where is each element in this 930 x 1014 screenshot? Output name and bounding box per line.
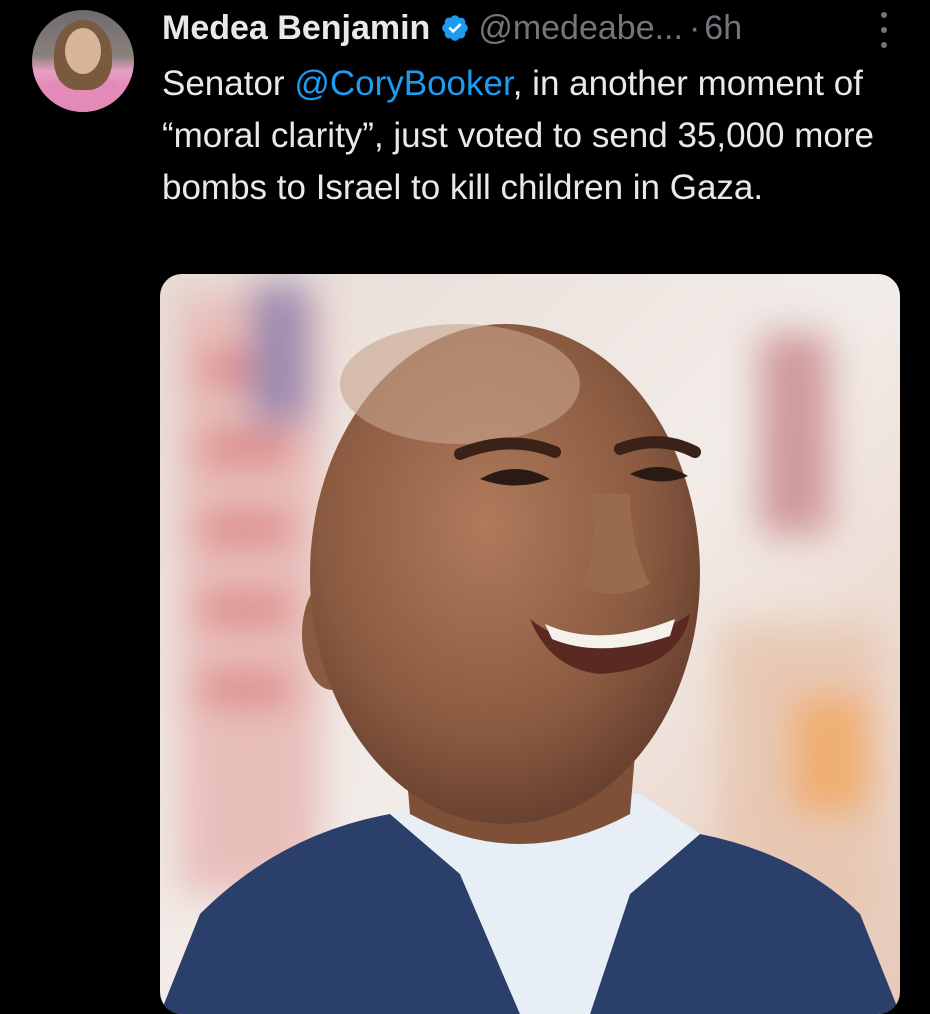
mention-link[interactable]: @CoryBooker bbox=[294, 64, 512, 103]
verified-badge-icon bbox=[442, 15, 469, 41]
dot-icon bbox=[881, 42, 887, 48]
avatar-face bbox=[65, 28, 101, 74]
author-handle[interactable]: @medeabe... bbox=[478, 9, 683, 48]
more-options-icon[interactable] bbox=[880, 12, 888, 48]
tweet-photo[interactable] bbox=[160, 274, 900, 1014]
tweet-header: Medea Benjamin @medeabe... · 6h bbox=[162, 4, 890, 52]
dot-icon bbox=[881, 12, 887, 18]
tweet-text: Senator @CoryBooker, in another moment o… bbox=[162, 58, 902, 214]
separator-dot: · bbox=[688, 8, 701, 47]
author-avatar[interactable] bbox=[32, 10, 134, 112]
timestamp[interactable]: 6h bbox=[704, 9, 742, 48]
dot-icon bbox=[881, 27, 887, 33]
author-name[interactable]: Medea Benjamin bbox=[162, 9, 430, 48]
tweet-text-before: Senator bbox=[162, 64, 295, 103]
photo-portrait bbox=[160, 274, 900, 1014]
